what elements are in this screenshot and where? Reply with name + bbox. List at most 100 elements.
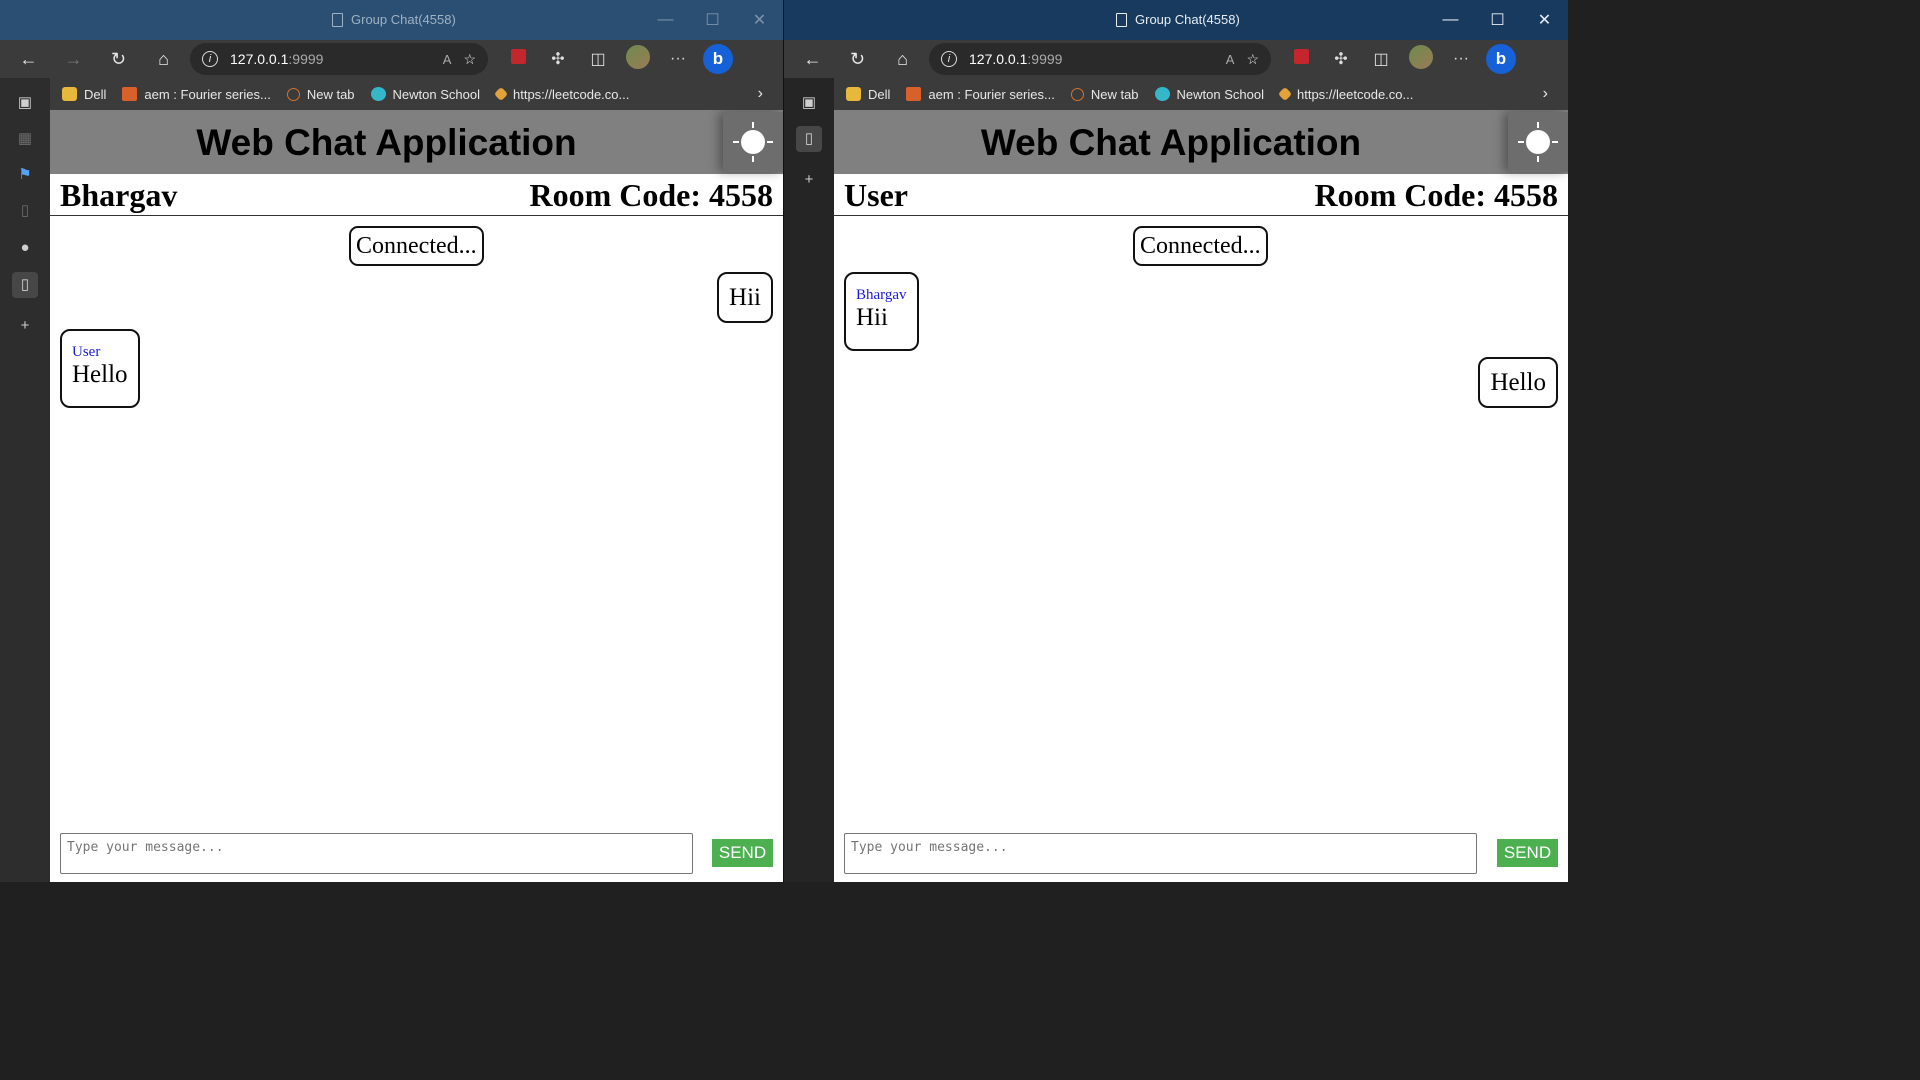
address-bar[interactable]: i 127.0.0.1:9999 A ☆ — [190, 43, 488, 75]
title-bar: Group Chat(4558) — ☐ ✕ — [784, 0, 1568, 40]
back-icon[interactable]: ← — [790, 49, 835, 70]
newtab-icon — [286, 87, 300, 101]
profile-avatar-icon[interactable] — [1401, 44, 1441, 74]
message-input[interactable] — [844, 833, 1477, 874]
add-tab-icon[interactable]: + — [796, 167, 822, 193]
address-port: :9999 — [1027, 51, 1063, 67]
address-host: 127.0.0.1 — [230, 51, 289, 67]
split-screen-icon[interactable]: ◫ — [578, 49, 618, 69]
room-code: Room Code: 4558 — [529, 177, 773, 213]
bookmark-leetcode[interactable]: https://leetcode.co... — [1277, 87, 1413, 102]
refresh-icon[interactable]: ↻ — [835, 49, 880, 70]
bookmark-aem[interactable]: aem : Fourier series... — [906, 86, 1055, 102]
bookmark-dell[interactable]: Dell — [62, 87, 106, 102]
window-title: Group Chat(4558) — [1116, 0, 1240, 40]
split-screen-icon[interactable]: ◫ — [1361, 49, 1401, 69]
message-text: Hii — [729, 284, 761, 311]
bookmark-label: Dell — [84, 86, 107, 102]
user-bar: User Room Code: 4558 — [834, 174, 1568, 216]
bookmark-label: aem : Fourier series... — [144, 86, 271, 102]
title-bar: Group Chat(4558) — ☐ ✕ — [0, 0, 783, 40]
address-text: 127.0.0.1:9999 — [969, 51, 1062, 67]
page-icon — [1116, 13, 1127, 27]
read-aloud-icon[interactable]: A — [1226, 52, 1235, 67]
info-icon[interactable]: i — [941, 51, 957, 67]
theme-toggle-button[interactable] — [723, 112, 783, 172]
extensions-icon[interactable]: ✣ — [1321, 49, 1361, 69]
sun-ray — [1537, 122, 1539, 128]
tab-actions-icon[interactable]: ▣ — [796, 90, 822, 116]
aem-icon — [122, 87, 138, 101]
page-tab-active-icon[interactable]: ▯ — [12, 272, 38, 298]
page-tab-icon[interactable]: ▯ — [12, 198, 38, 224]
read-aloud-icon[interactable]: A — [443, 52, 452, 67]
minimize-button[interactable]: — — [1427, 11, 1474, 29]
app-header: Web Chat Application — [50, 110, 783, 174]
home-icon[interactable]: ⌂ — [141, 49, 186, 70]
browser-window-left: Group Chat(4558) — ☐ ✕ ← → ↻ ⌂ i 127.0.0… — [0, 0, 783, 882]
minimize-button[interactable]: — — [642, 11, 689, 29]
bookmark-newton-school[interactable]: Newton School — [1154, 87, 1264, 102]
more-icon[interactable]: ··· — [1441, 50, 1481, 68]
profile-avatar-icon[interactable] — [618, 44, 658, 74]
user-bar: Bhargav Room Code: 4558 — [50, 174, 783, 216]
sun-ray — [752, 122, 754, 128]
theme-toggle-button[interactable] — [1508, 112, 1568, 172]
bing-icon[interactable]: b — [698, 44, 738, 74]
send-button[interactable]: SEND — [712, 839, 773, 867]
maximize-button[interactable]: ☐ — [1474, 10, 1521, 30]
chevron-right-icon[interactable]: › — [1543, 78, 1548, 110]
bookmark-aem[interactable]: aem : Fourier series... — [122, 86, 271, 102]
info-icon[interactable]: i — [202, 51, 218, 67]
bing-icon[interactable]: b — [1481, 44, 1521, 74]
favorite-star-icon[interactable]: ☆ — [463, 51, 476, 68]
more-icon[interactable]: ··· — [658, 50, 698, 68]
bookmarks-bar: Dell aem : Fourier series... New tab New… — [0, 78, 783, 110]
bookmark-label: aem : Fourier series... — [928, 86, 1055, 102]
forward-icon[interactable]: → — [51, 49, 96, 70]
bookmark-leetcode[interactable]: https://leetcode.co... — [493, 87, 629, 102]
pdf-icon[interactable] — [498, 49, 538, 69]
back-icon[interactable]: ← — [6, 49, 51, 70]
bookmarks-bar: Dell aem : Fourier series... New tab New… — [784, 78, 1568, 110]
window-title: Group Chat(4558) — [332, 0, 456, 40]
bookmark-dell[interactable]: Dell — [846, 87, 890, 102]
page-tab-active-icon[interactable]: ▯ — [796, 126, 822, 152]
close-button[interactable]: ✕ — [1521, 10, 1568, 30]
bookmark-new-tab[interactable]: New tab — [1070, 87, 1139, 102]
window-controls: — ☐ ✕ — [1427, 0, 1568, 40]
message-input-bar: SEND — [50, 822, 783, 882]
address-host: 127.0.0.1 — [969, 51, 1028, 67]
flag-icon[interactable]: ⚑ — [12, 162, 38, 188]
page-icon — [332, 13, 343, 27]
extensions-icon[interactable]: ✣ — [538, 49, 578, 69]
send-button[interactable]: SEND — [1497, 839, 1558, 867]
message-input[interactable] — [60, 833, 693, 874]
add-tab-icon[interactable]: + — [12, 313, 38, 339]
refresh-icon[interactable]: ↻ — [96, 49, 141, 70]
folder-icon — [846, 87, 861, 101]
tab-thumbnail-icon[interactable]: ▦ — [12, 126, 38, 152]
message-sender: User — [72, 344, 101, 360]
chevron-right-icon[interactable]: › — [758, 78, 763, 110]
room-code: Room Code: 4558 — [1314, 177, 1558, 213]
github-icon[interactable]: ● — [12, 235, 38, 261]
pdf-icon[interactable] — [1281, 49, 1321, 69]
message-incoming: User Hello — [60, 329, 140, 408]
username: User — [844, 177, 908, 213]
message-incoming: Bhargav Hii — [844, 272, 919, 351]
maximize-button[interactable]: ☐ — [689, 10, 736, 30]
newton-icon — [1154, 87, 1170, 101]
message-outgoing: Hii — [717, 272, 773, 323]
chat-area: Connected... Bhargav Hii Hello — [834, 216, 1568, 822]
address-bar[interactable]: i 127.0.0.1:9999 A ☆ — [929, 43, 1271, 75]
favorite-star-icon[interactable]: ☆ — [1246, 51, 1259, 68]
home-icon[interactable]: ⌂ — [880, 49, 925, 70]
browser-toolbar: ← → ↻ ⌂ i 127.0.0.1:9999 A ☆ ✣ ◫ ··· b — [0, 40, 783, 78]
app-title: Web Chat Application — [196, 122, 577, 163]
bookmark-newton-school[interactable]: Newton School — [370, 87, 480, 102]
window-title-text: Group Chat(4558) — [1135, 12, 1240, 27]
tab-actions-icon[interactable]: ▣ — [12, 90, 38, 116]
close-button[interactable]: ✕ — [736, 10, 783, 30]
bookmark-new-tab[interactable]: New tab — [286, 87, 355, 102]
